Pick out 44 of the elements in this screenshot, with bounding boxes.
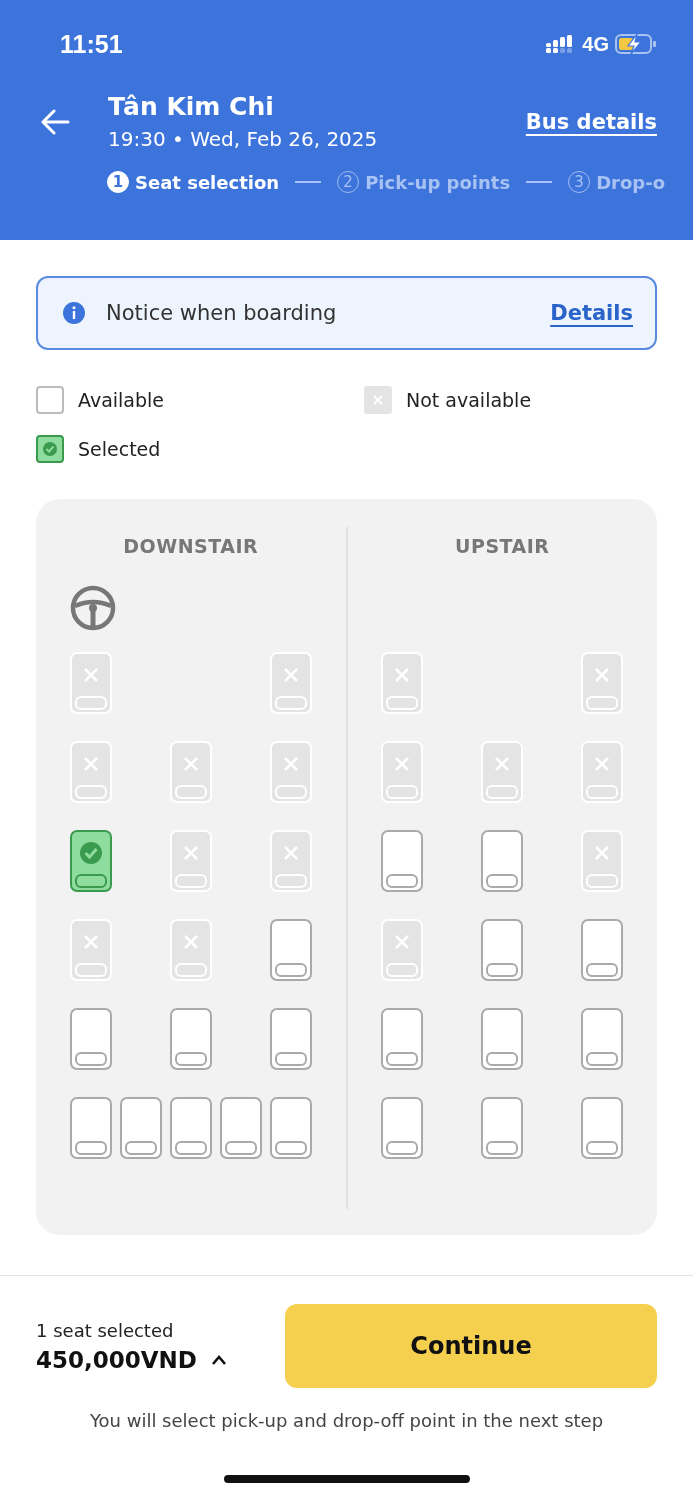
deck-title: UPSTAIR (455, 534, 550, 557)
seat[interactable] (581, 919, 624, 981)
seat[interactable] (169, 1097, 212, 1159)
operator-name: Tân Kim Chi (108, 92, 275, 121)
bus-details-link[interactable]: Bus details (525, 109, 657, 134)
seat[interactable] (269, 1097, 312, 1159)
seat[interactable] (69, 1097, 112, 1159)
info-icon (62, 301, 86, 325)
battery-charging-icon (615, 33, 657, 55)
step-number: 1 (107, 171, 129, 193)
legend-label: Available (78, 389, 164, 411)
seat[interactable] (481, 1008, 524, 1070)
notice-text: Notice when boarding (106, 301, 338, 325)
network-type: 4G (582, 32, 609, 56)
seat[interactable] (269, 1008, 312, 1070)
seat[interactable] (69, 1008, 112, 1070)
seat[interactable] (169, 1008, 212, 1070)
chevron-up-icon[interactable] (210, 1353, 227, 1366)
seat[interactable] (269, 919, 312, 981)
departure-time: 19:30 • Wed, Feb 26, 2025 (108, 127, 379, 151)
legend-label: Not available (406, 389, 532, 411)
status-time: 11:51 (60, 29, 123, 59)
seat[interactable] (581, 1097, 624, 1159)
deck-title: DOWNSTAIR (123, 534, 259, 557)
step-label[interactable]: Drop-o (596, 171, 666, 193)
seat[interactable] (481, 830, 524, 892)
seat[interactable] (219, 1097, 262, 1159)
legend-label: Selected (78, 438, 161, 460)
next-step-note: You will select pick-up and drop-off point in the next step (89, 1410, 604, 1431)
seat[interactable] (481, 919, 524, 981)
step-label[interactable]: Pick-up points (365, 171, 511, 193)
seat[interactable] (581, 1008, 624, 1070)
seat[interactable] (69, 830, 112, 892)
seat[interactable] (381, 830, 424, 892)
total-price: 450,000VND (36, 1346, 197, 1373)
seat[interactable] (481, 1097, 524, 1159)
seat[interactable] (119, 1097, 162, 1159)
back-arrow-icon[interactable] (40, 108, 70, 135)
step-label[interactable]: Seat selection (135, 171, 280, 193)
seat[interactable] (381, 1097, 424, 1159)
seat-count: 1 seat selected (36, 1319, 175, 1341)
continue-button[interactable]: Continue (285, 1304, 657, 1388)
seat[interactable] (381, 1008, 424, 1070)
details-link[interactable]: Details (550, 301, 633, 325)
